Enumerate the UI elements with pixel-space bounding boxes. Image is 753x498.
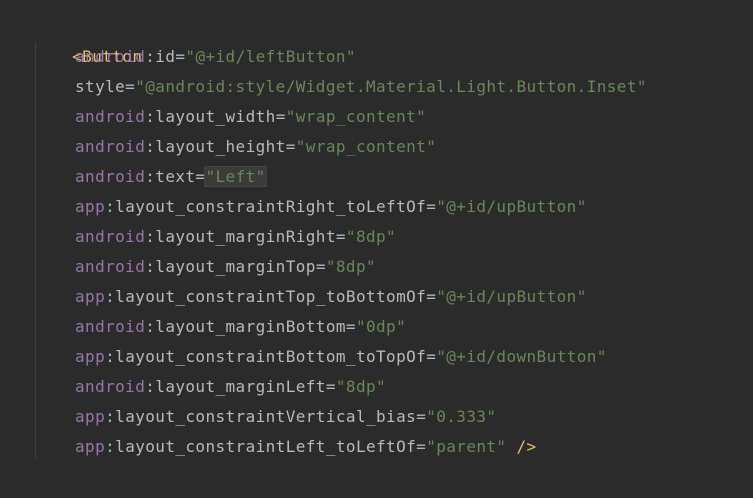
attr-name: layout_marginBottom [155,317,346,336]
code-line-15: app:layout_constraintLeft_toLeftOf="pare… [75,432,537,462]
attr-name: layout_width [155,107,276,126]
namespace-colon: : [105,437,116,456]
attr-equals: = [325,377,336,396]
attr-namespace: android [75,167,146,186]
attr-equals: = [335,227,346,246]
code-line-12: app:layout_constraintBottom_toTopOf="@+i… [75,342,607,372]
namespace-colon: : [105,287,116,306]
attr-equals: = [315,257,326,276]
namespace-colon: : [145,317,156,336]
attr-equals: = [195,167,206,186]
namespace-colon: : [145,377,156,396]
namespace-colon: : [105,347,116,366]
attr-equals: = [345,317,356,336]
attr-name: layout_constraintBottom_toTopOf [115,347,427,366]
attr-value: "@+id/upButton" [436,197,587,216]
code-line-6: android:text="Left" [75,162,267,192]
attr-namespace: android [75,257,146,276]
attr-name: style [75,77,126,96]
attr-value: "wrap_content" [295,137,437,156]
attr-name: layout_constraintVertical_bias [115,407,417,426]
attr-equals: = [125,77,136,96]
code-line-2: android:id="@+id/leftButton" [75,42,356,72]
attr-equals: = [426,287,437,306]
attr-value: "8dp" [325,257,377,276]
attr-name: text [155,167,196,186]
code-editor[interactable]: <Button android:id="@+id/leftButton" sty… [0,0,753,498]
attr-name: layout_constraintTop_toBottomOf [115,287,427,306]
attr-namespace: android [75,227,146,246]
attr-equals: = [426,197,437,216]
attr-value: "parent" [426,437,507,456]
attr-namespace: app [75,197,106,216]
attr-value: "8dp" [335,377,387,396]
code-line-5: android:layout_height="wrap_content" [75,132,436,162]
code-line-14: app:layout_constraintVertical_bias="0.33… [75,402,496,432]
attr-value: "0.333" [426,407,497,426]
attr-namespace: app [75,407,106,426]
code-line-4: android:layout_width="wrap_content" [75,102,426,132]
attr-value: "@+id/downButton" [436,347,607,366]
namespace-colon: : [145,257,156,276]
code-line-7: app:layout_constraintRight_toLeftOf="@+i… [75,192,587,222]
attr-name: layout_constraintLeft_toLeftOf [115,437,417,456]
indent-guide [35,42,36,460]
attr-namespace: android [75,47,146,66]
attr-namespace: android [75,137,146,156]
attr-equals: = [426,347,437,366]
attr-value: "@android:style/Widget.Material.Light.Bu… [135,77,647,96]
xml-tag-self-close: /> [506,437,537,456]
code-line-10: app:layout_constraintTop_toBottomOf="@+i… [75,282,587,312]
attr-value: "@+id/leftButton" [185,47,356,66]
attr-namespace: app [75,437,106,456]
code-line-3: style="@android:style/Widget.Material.Li… [75,72,647,102]
attr-value: "@+id/upButton" [436,287,587,306]
code-line-13: android:layout_marginLeft="8dp" [75,372,386,402]
attr-name: layout_constraintRight_toLeftOf [115,197,427,216]
code-line-11: android:layout_marginBottom="0dp" [75,312,406,342]
attr-equals: = [275,107,286,126]
code-line-9: android:layout_marginTop="8dp" [75,252,376,282]
namespace-colon: : [145,137,156,156]
attr-equals: = [416,437,427,456]
namespace-colon: : [105,407,116,426]
attr-value: "wrap_content" [285,107,427,126]
namespace-colon: : [145,227,156,246]
attr-name: id [155,47,176,66]
namespace-colon: : [105,197,116,216]
attr-value: "0dp" [355,317,407,336]
attr-namespace: android [75,317,146,336]
namespace-colon: : [145,107,156,126]
attr-name: layout_marginLeft [155,377,326,396]
attr-equals: = [416,407,427,426]
attr-equals: = [285,137,296,156]
attr-equals: = [175,47,186,66]
namespace-colon: : [145,47,156,66]
highlighted-attr-value[interactable]: "Left" [204,166,267,187]
attr-value: "8dp" [345,227,397,246]
attr-namespace: android [75,107,146,126]
attr-name: layout_height [155,137,286,156]
attr-namespace: app [75,287,106,306]
attr-namespace: app [75,347,106,366]
attr-name: layout_marginRight [155,227,336,246]
attr-name: layout_marginTop [155,257,316,276]
namespace-colon: : [145,167,156,186]
attr-namespace: android [75,377,146,396]
code-line-1: <Button [32,12,142,66]
code-line-8: android:layout_marginRight="8dp" [75,222,396,252]
